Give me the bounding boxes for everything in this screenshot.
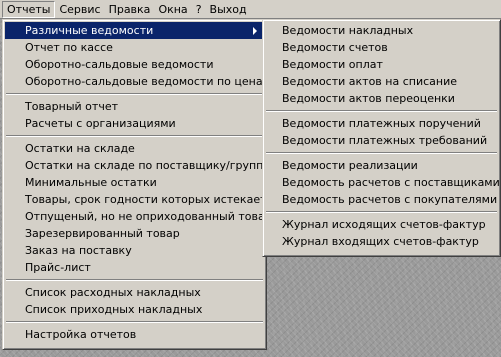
reports-dropdown-menu: Различные ведомости Отчет по кассе Оборо…: [2, 19, 272, 350]
menu-item-various-statements[interactable]: Различные ведомости: [5, 22, 264, 39]
menu-service[interactable]: Сервис: [55, 1, 104, 18]
submenu-arrow-icon: [253, 27, 257, 35]
menu-item-report-settings[interactable]: Настройка отчетов: [5, 326, 264, 343]
submenu-item-invoice-statements[interactable]: Ведомости накладных: [265, 22, 498, 39]
menu-bar: Отчеты Сервис Правка Окна ? Выход: [0, 0, 501, 19]
submenu-item-sales-statements[interactable]: Ведомости реализации: [265, 157, 498, 174]
menu-windows[interactable]: Окна: [154, 1, 191, 18]
submenu-item-bill-statements[interactable]: Ведомости счетов: [265, 39, 498, 56]
menu-item-cash-report[interactable]: Отчет по кассе: [5, 39, 264, 56]
submenu-item-supplier-settlements[interactable]: Ведомость расчетов с поставщиками: [265, 174, 500, 191]
menu-item-reserved-goods[interactable]: Зарезервированный товар: [5, 225, 264, 242]
menu-help[interactable]: ?: [192, 1, 206, 18]
menu-separator: [6, 135, 263, 137]
menu-item-minimum-stock[interactable]: Минимальные остатки: [5, 174, 264, 191]
submenu-separator: [266, 152, 497, 154]
menu-separator: [6, 279, 263, 281]
statements-submenu: Ведомости накладных Ведомости счетов Вед…: [262, 19, 501, 257]
submenu-item-customer-settlements[interactable]: Ведомость расчетов с покупателями: [265, 191, 498, 208]
submenu-item-incoming-invoice-journal[interactable]: Журнал входящих счетов-фактур: [265, 233, 498, 250]
menu-item-turnover-statements-by-price[interactable]: Оборотно-сальдовые ведомости по ценам: [5, 73, 271, 90]
menu-item-supply-order[interactable]: Заказ на поставку: [5, 242, 264, 259]
menu-separator: [6, 93, 263, 95]
menu-item-settlements-organizations[interactable]: Расчеты с организациями: [5, 115, 264, 132]
menu-reports[interactable]: Отчеты: [2, 0, 56, 18]
menu-edit[interactable]: Правка: [105, 1, 155, 18]
menu-item-turnover-statements[interactable]: Оборотно-сальдовые ведомости: [5, 56, 264, 73]
menu-item-goods-report[interactable]: Товарный отчет: [5, 98, 264, 115]
submenu-item-payment-orders[interactable]: Ведомости платежных поручений: [265, 115, 498, 132]
menu-item-label: Различные ведомости: [25, 24, 154, 37]
menu-exit[interactable]: Выход: [206, 1, 251, 18]
menu-separator: [6, 321, 263, 323]
submenu-separator: [266, 211, 497, 213]
submenu-item-outgoing-invoice-journal[interactable]: Журнал исходящих счетов-фактур: [265, 216, 498, 233]
submenu-item-payment-statements[interactable]: Ведомости оплат: [265, 56, 498, 73]
menu-item-incoming-invoices-list[interactable]: Список приходных накладных: [5, 301, 264, 318]
menu-item-released-not-received[interactable]: Отпущеный, но не оприходованный товар: [5, 208, 272, 225]
submenu-item-writeoff-statements[interactable]: Ведомости актов на списание: [265, 73, 498, 90]
submenu-separator: [266, 110, 497, 112]
submenu-item-revaluation-statements[interactable]: Ведомости актов переоценки: [265, 90, 498, 107]
menu-item-stock[interactable]: Остатки на складе: [5, 140, 264, 157]
menu-item-expiring-goods[interactable]: Товары, срок годности которых истекает: [5, 191, 267, 208]
menu-item-price-list[interactable]: Прайс-лист: [5, 259, 264, 276]
menu-item-stock-by-supplier[interactable]: Остатки на складе по поставщику/группе: [5, 157, 270, 174]
submenu-item-payment-requests[interactable]: Ведомости платежных требований: [265, 132, 498, 149]
menu-item-outgoing-invoices-list[interactable]: Список расходных накладных: [5, 284, 264, 301]
